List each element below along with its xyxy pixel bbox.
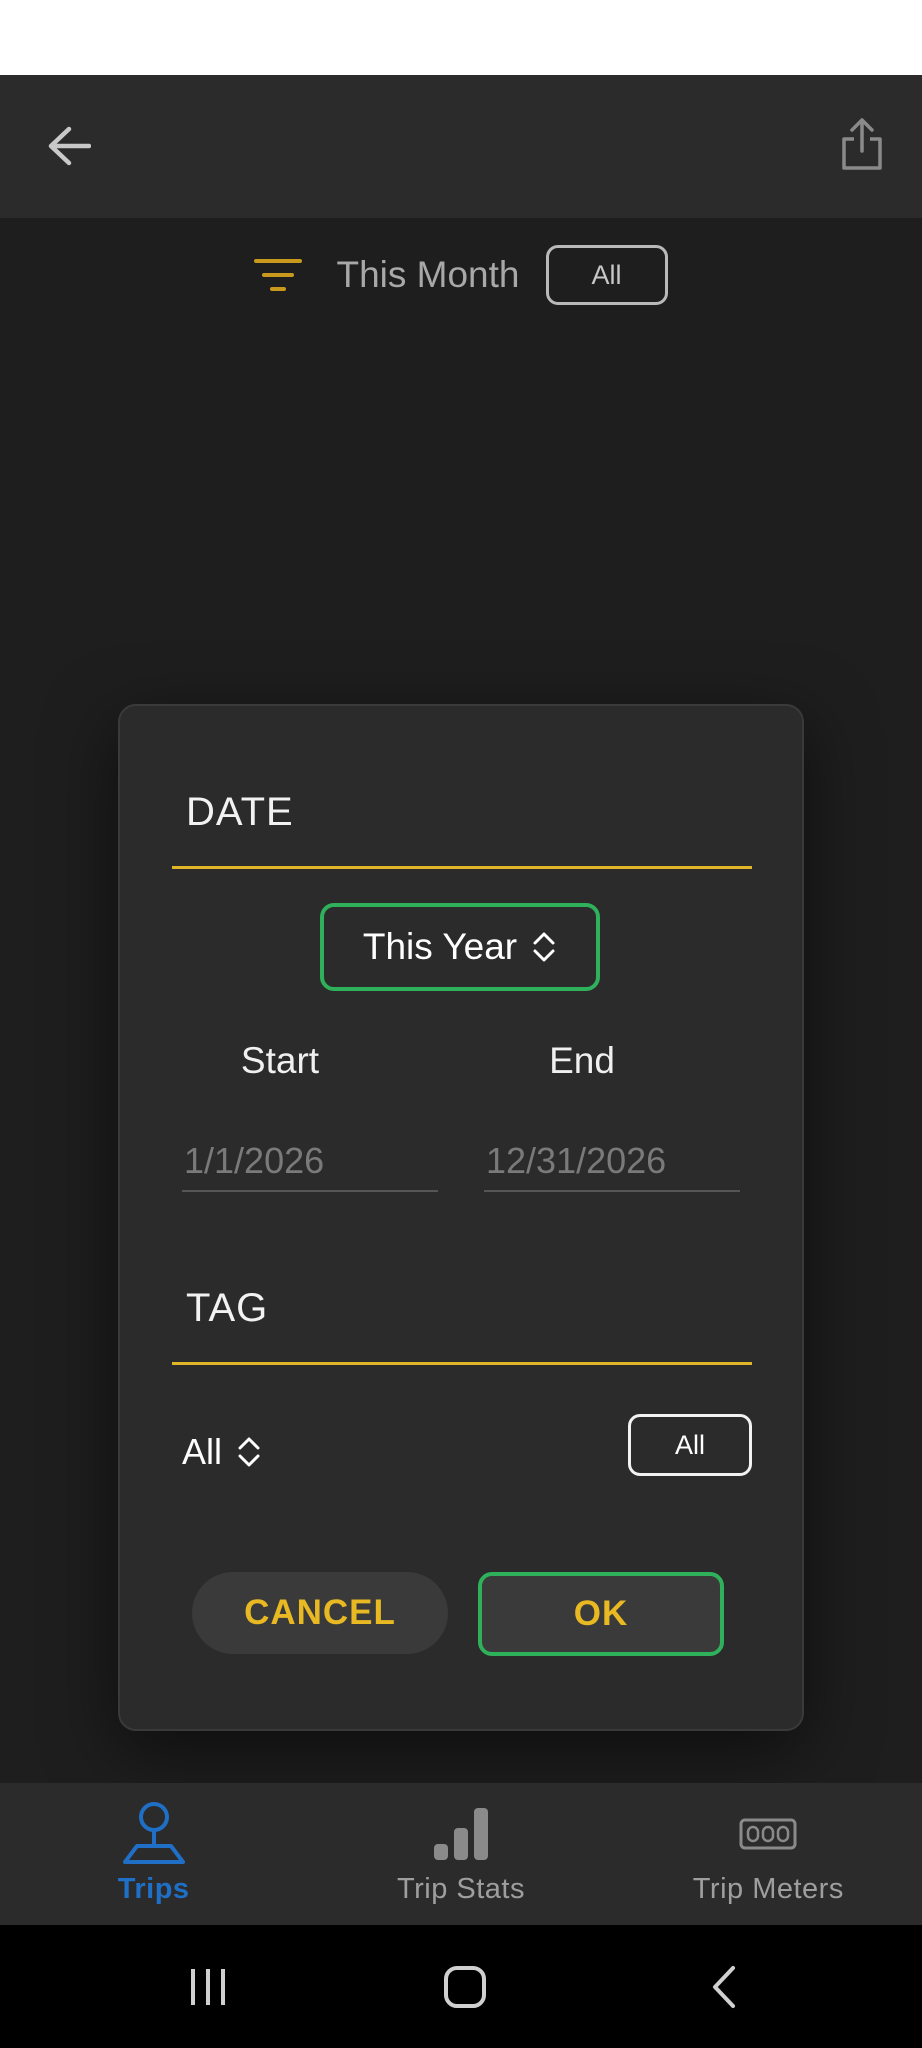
dialog-scrim[interactable]: DATE This Year Start End 1/1/2026 12/31/…	[0, 218, 922, 1783]
nav-label-trips: Trips	[117, 1873, 190, 1905]
nav-item-trips[interactable]: Trips	[0, 1783, 307, 1925]
app-screen: This Month All DATE This Year Start End …	[0, 0, 922, 2048]
system-navigation-bar	[0, 1925, 922, 2048]
system-back-button[interactable]	[694, 1961, 754, 2013]
recent-apps-icon	[191, 1969, 225, 2005]
recent-apps-button[interactable]	[178, 1961, 238, 2013]
app-bar	[0, 75, 922, 218]
tag-section-divider	[172, 1362, 752, 1365]
tag-all-pill[interactable]: All	[628, 1414, 752, 1476]
nav-label-trip-stats: Trip Stats	[396, 1873, 525, 1905]
tag-select[interactable]: All	[182, 1422, 262, 1482]
date-section-divider	[172, 866, 752, 869]
tag-section-title: TAG	[186, 1286, 269, 1330]
chevron-updown-icon	[238, 1437, 260, 1467]
chevron-updown-icon	[533, 932, 555, 962]
odometer-icon	[733, 1801, 803, 1867]
start-date-field[interactable]: 1/1/2026	[182, 1140, 438, 1192]
share-button[interactable]	[830, 109, 894, 179]
share-icon	[842, 118, 882, 170]
date-section-title: DATE	[186, 790, 294, 834]
filter-dialog: DATE This Year Start End 1/1/2026 12/31/…	[118, 704, 804, 1731]
start-label: Start	[240, 1040, 320, 1081]
bar-chart-icon	[426, 1801, 496, 1867]
tag-select-value: All	[182, 1431, 223, 1472]
chevron-left-icon	[713, 1966, 735, 2008]
end-date-field[interactable]: 12/31/2026	[484, 1140, 740, 1192]
period-select[interactable]: This Year	[320, 903, 600, 991]
period-select-value: This Year	[362, 926, 518, 967]
status-bar	[0, 0, 922, 75]
nav-item-trip-meters[interactable]: Trip Meters	[615, 1783, 922, 1925]
trips-joystick-icon	[119, 1801, 189, 1867]
bottom-navigation: Trips Trip Stats Trip Meters	[0, 1783, 922, 1925]
nav-item-trip-stats[interactable]: Trip Stats	[307, 1783, 614, 1925]
cancel-button[interactable]: CANCEL	[192, 1572, 448, 1654]
ok-button[interactable]: OK	[478, 1572, 724, 1656]
nav-label-trip-meters: Trip Meters	[692, 1873, 844, 1905]
end-label: End	[549, 1040, 615, 1081]
home-icon	[444, 1966, 486, 2008]
back-button[interactable]	[38, 115, 100, 177]
arrow-left-icon	[48, 126, 91, 166]
home-button[interactable]	[435, 1961, 495, 2013]
